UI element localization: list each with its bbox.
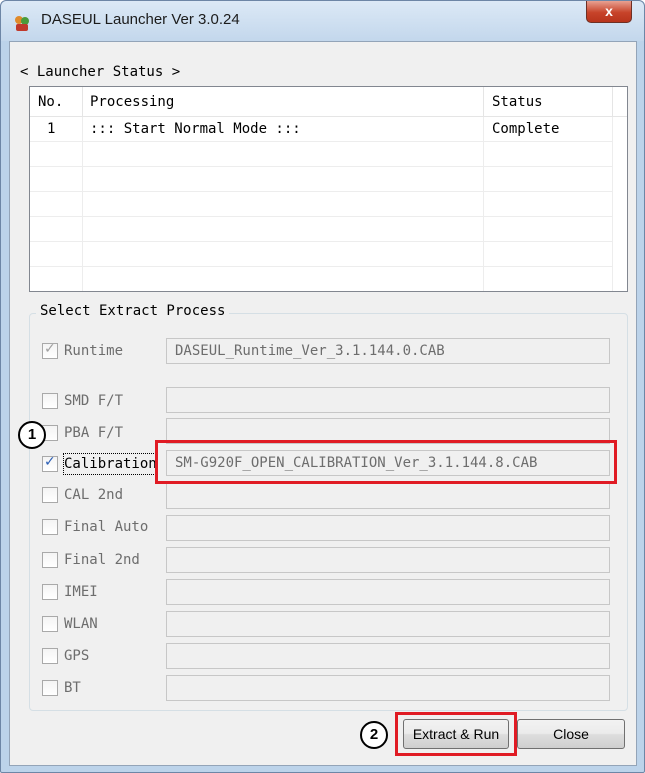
title-bar[interactable]: DASEUL Launcher Ver 3.0.24 x	[1, 1, 644, 41]
column-header-no[interactable]: No.	[30, 87, 83, 117]
step-2-marker: 2	[360, 721, 388, 749]
wlan-checkbox[interactable]	[42, 616, 58, 632]
imei-file-field[interactable]	[166, 579, 610, 605]
wlan-label: WLAN	[64, 616, 98, 632]
empty-row	[30, 167, 613, 192]
app-icon	[15, 16, 29, 31]
bt-label: BT	[64, 680, 81, 696]
runtime-checkbox[interactable]	[42, 341, 58, 359]
gps-checkbox[interactable]	[42, 648, 58, 664]
empty-row	[30, 242, 613, 267]
close-icon: x	[605, 3, 613, 19]
empty-row	[30, 267, 613, 291]
cal-2nd-label: CAL 2nd	[64, 487, 124, 503]
launcher-status-label: < Launcher Status >	[20, 64, 181, 80]
calibration-label: Calibration	[63, 453, 158, 475]
runtime-label: Runtime	[64, 343, 124, 359]
final-2nd-file-field[interactable]	[166, 547, 610, 573]
launcher-status-list[interactable]: No. Processing Status 1 ::: Start Normal…	[29, 86, 628, 292]
cal-2nd-checkbox[interactable]	[42, 487, 58, 503]
final-auto-label: Final Auto	[64, 519, 149, 535]
smd-ft-label: SMD F/T	[64, 393, 124, 409]
row-processing: ::: Start Normal Mode :::	[83, 117, 484, 142]
row-no: 1	[30, 117, 83, 142]
extract-run-highlight-box	[395, 712, 517, 756]
calibration-checkbox[interactable]	[42, 454, 58, 472]
window-title: DASEUL Launcher Ver 3.0.24	[41, 11, 240, 28]
final-2nd-checkbox[interactable]	[42, 552, 58, 568]
final-auto-file-field[interactable]	[166, 515, 610, 541]
pba-ft-label: PBA F/T	[64, 425, 124, 441]
step-1-marker: 1	[18, 421, 46, 449]
gps-file-field[interactable]	[166, 643, 610, 669]
list-header: No. Processing Status	[30, 87, 627, 117]
column-header-status[interactable]: Status	[484, 87, 613, 117]
close-button[interactable]: Close	[517, 719, 625, 749]
extract-process-title: Select Extract Process	[36, 303, 230, 319]
column-header-processing[interactable]: Processing	[83, 87, 484, 117]
final-auto-checkbox[interactable]	[42, 519, 58, 535]
runtime-file-field[interactable]: DASEUL_Runtime_Ver_3.1.144.0.CAB	[166, 338, 610, 364]
gps-label: GPS	[64, 648, 90, 664]
empty-row	[30, 142, 613, 167]
final-2nd-label: Final 2nd	[64, 552, 140, 568]
imei-label: IMEI	[64, 584, 98, 600]
bt-checkbox[interactable]	[42, 680, 58, 696]
calibration-highlight-box	[155, 440, 617, 484]
smd-ft-file-field[interactable]	[166, 387, 610, 413]
empty-row	[30, 192, 613, 217]
bt-file-field[interactable]	[166, 675, 610, 701]
cal-2nd-file-field[interactable]	[166, 483, 610, 509]
row-status: Complete	[484, 117, 613, 142]
wlan-file-field[interactable]	[166, 611, 610, 637]
close-window-button[interactable]: x	[586, 1, 632, 23]
empty-row	[30, 217, 613, 242]
imei-checkbox[interactable]	[42, 584, 58, 600]
smd-ft-checkbox[interactable]	[42, 393, 58, 409]
list-row[interactable]: 1 ::: Start Normal Mode ::: Complete	[30, 117, 613, 142]
